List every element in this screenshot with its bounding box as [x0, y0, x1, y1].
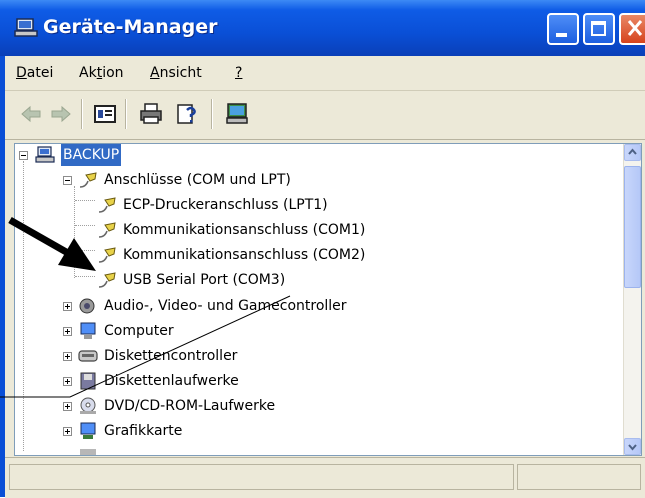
- device-manager-icon: [14, 18, 38, 37]
- controller-icon: [78, 350, 98, 362]
- maximize-button[interactable]: [583, 13, 615, 45]
- expand-toggle[interactable]: [63, 377, 72, 386]
- menu-aktion[interactable]: Aktion: [79, 65, 124, 81]
- collapse-toggle[interactable]: [19, 151, 28, 160]
- expand-toggle[interactable]: [63, 327, 72, 336]
- menu-aktion-rest: ion: [102, 65, 124, 81]
- expand-toggle[interactable]: [63, 427, 72, 436]
- ide-controller-icon: [80, 449, 96, 455]
- tree-guide-line: [75, 276, 95, 277]
- menu-datei-rest: atei: [26, 65, 54, 81]
- tree-item-label: Audio-, Video- und Gamecontroller: [104, 298, 347, 314]
- menu-ansicht[interactable]: Ansicht: [150, 65, 202, 81]
- chevron-down-icon: [628, 444, 637, 451]
- properties-icon[interactable]: [93, 102, 117, 126]
- tree-item-label: Diskettencontroller: [104, 348, 238, 364]
- tree-guide-line: [75, 225, 95, 226]
- close-button[interactable]: [619, 13, 645, 45]
- port-connector-icon: [79, 172, 97, 188]
- scroll-up-button[interactable]: [624, 144, 641, 161]
- menu-ansicht-rest: nsicht: [159, 65, 202, 81]
- cd-drive-icon: [80, 397, 96, 414]
- collapse-toggle[interactable]: [63, 176, 72, 185]
- device-tree[interactable]: BACKUP Anschlüsse (COM und LPT) ECP-Druc…: [14, 143, 642, 456]
- toolbar-separator: [211, 99, 213, 129]
- tree-item-label: USB Serial Port (COM3): [123, 272, 286, 288]
- port-connector-icon: [98, 272, 116, 288]
- scroll-down-button[interactable]: [624, 438, 641, 455]
- tree-item-label: Kommunikationsanschluss (COM1): [123, 222, 366, 238]
- title-bar[interactable]: Geräte-Manager: [0, 0, 645, 56]
- port-connector-icon: [98, 247, 116, 263]
- tree-item-label: ECP-Druckeranschluss (LPT1): [123, 197, 328, 213]
- scroll-thumb[interactable]: [624, 166, 641, 288]
- menu-aktion-a: Ak: [79, 65, 97, 81]
- tree-item-label: Diskettenlaufwerke: [104, 373, 239, 389]
- device-manager-window: Geräte-Manager Datei Aktion Ansicht ? BA…: [0, 0, 645, 498]
- menu-datei[interactable]: Datei: [16, 65, 53, 81]
- back-arrow-icon[interactable]: [19, 102, 43, 126]
- status-pane-main: [9, 464, 514, 490]
- expand-toggle[interactable]: [63, 302, 72, 311]
- scan-hardware-icon[interactable]: [225, 102, 249, 126]
- chevron-up-icon: [628, 148, 637, 155]
- port-connector-icon: [98, 222, 116, 238]
- vertical-scrollbar[interactable]: [623, 144, 641, 455]
- status-bar: [5, 457, 645, 498]
- floppy-drive-icon: [80, 372, 96, 390]
- expand-toggle[interactable]: [63, 402, 72, 411]
- help-icon[interactable]: [175, 102, 199, 126]
- status-pane-secondary: [517, 464, 641, 490]
- toolbar-separator: [81, 99, 83, 129]
- menu-help-label: ?: [235, 65, 243, 81]
- menu-bar: Datei Aktion Ansicht ?: [5, 56, 645, 91]
- computer-icon: [35, 146, 55, 163]
- minimize-button[interactable]: [547, 13, 579, 45]
- speaker-icon: [79, 298, 95, 314]
- tree-item-label: Computer: [104, 323, 174, 339]
- close-icon: [627, 20, 643, 36]
- tree-item-label: Grafikkarte: [104, 423, 183, 439]
- display-adapter-icon: [80, 422, 96, 439]
- print-icon[interactable]: [139, 102, 163, 126]
- tree-guide-line: [75, 250, 95, 251]
- expand-toggle[interactable]: [63, 352, 72, 361]
- toolbar: [5, 91, 645, 140]
- tree-guide-line: [23, 161, 24, 451]
- forward-arrow-icon[interactable]: [49, 102, 73, 126]
- tree-root-label: BACKUP: [61, 144, 122, 166]
- menu-datei-mnemonic: D: [16, 65, 27, 81]
- client-area: Datei Aktion Ansicht ? BACKUP Anschlüsse…: [5, 56, 645, 498]
- tree-item-label: Anschlüsse (COM und LPT): [104, 172, 291, 188]
- tree-guide-line: [75, 200, 95, 201]
- port-connector-icon: [98, 197, 116, 213]
- window-title: Geräte-Manager: [43, 16, 218, 38]
- toolbar-separator: [125, 99, 127, 129]
- menu-help[interactable]: ?: [235, 65, 242, 81]
- tree-item-label: Kommunikationsanschluss (COM2): [123, 247, 366, 263]
- menu-ansicht-mnemonic: A: [150, 65, 160, 81]
- tree-item-label: DVD/CD-ROM-Laufwerke: [104, 398, 276, 414]
- monitor-icon: [80, 322, 96, 339]
